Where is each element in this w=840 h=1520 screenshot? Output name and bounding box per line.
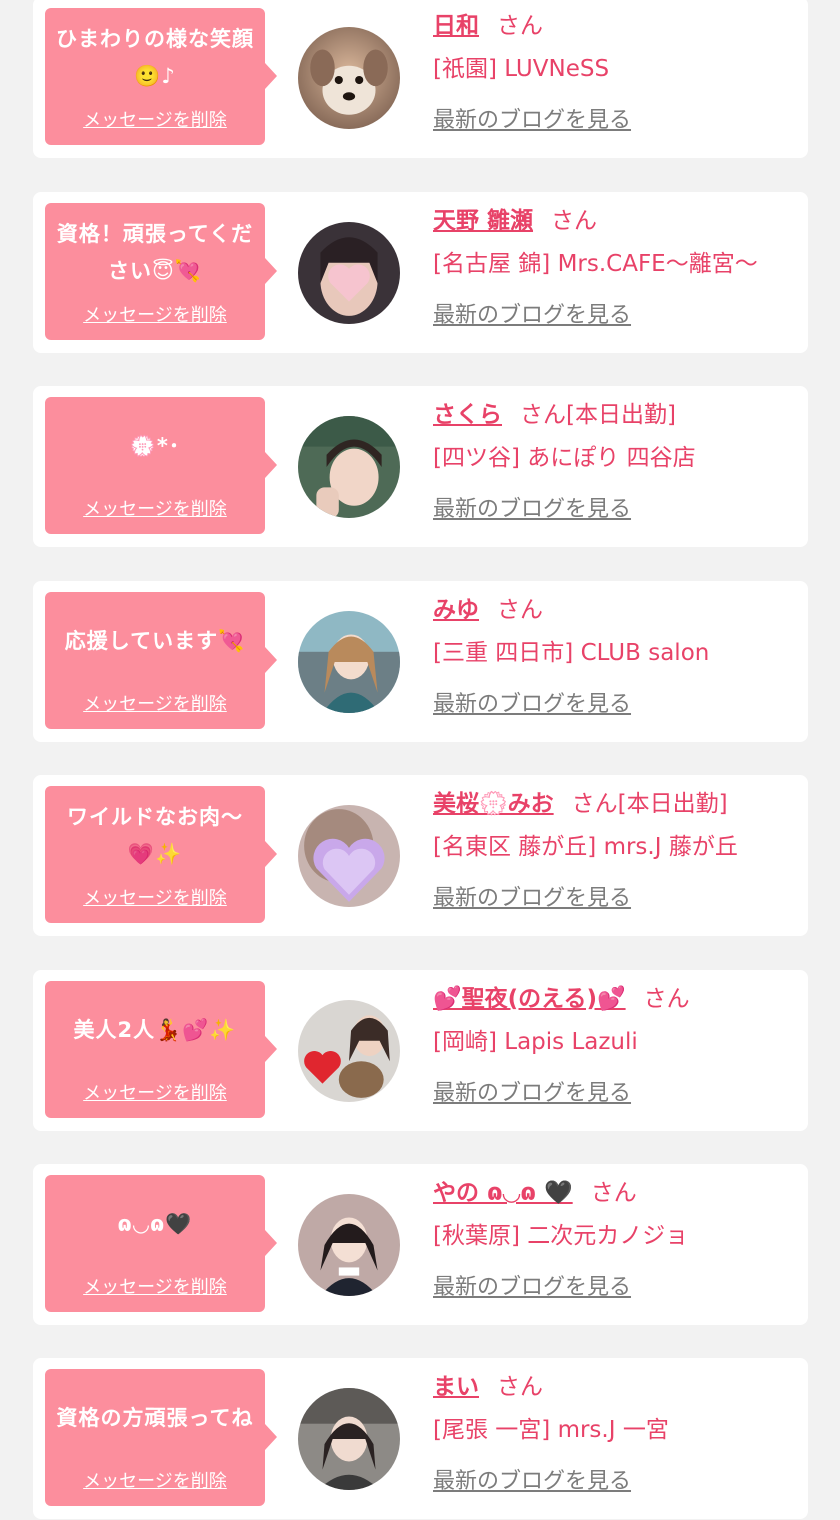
latest-blog-link[interactable]: 最新のブログを見る: [433, 883, 788, 915]
message-bubble: 資格の方頑張ってね メッセージを削除: [45, 1369, 277, 1506]
message-card: 応援しています💘 メッセージを削除 みゆ さん [三重 四日市] CLUB sal…: [33, 581, 808, 742]
woman-photo-avatar: [298, 1388, 400, 1490]
cast-name-link[interactable]: 天野 雛瀬: [433, 208, 533, 234]
latest-blog-link[interactable]: 最新のブログを見る: [433, 1466, 788, 1498]
shop-name: [岡崎] Lapis Lazuli: [433, 1029, 638, 1055]
latest-blog-link[interactable]: 最新のブログを見る: [433, 1272, 788, 1304]
message-text: 美人2人💃💕✨: [73, 1018, 237, 1042]
latest-blog-link[interactable]: 最新のブログを見る: [433, 494, 788, 526]
message-text: ひまわりの様な笑顔🙂♪: [56, 26, 254, 88]
latest-blog-link[interactable]: 最新のブログを見る: [433, 689, 788, 721]
delete-message-link[interactable]: メッセージを削除: [45, 884, 265, 910]
message-card: ɷ◡ɷ🖤 メッセージを削除 やの ɷ◡ɷ 🖤 さん [秋葉原] 二次元カノジョ 最…: [33, 1164, 808, 1325]
woman-heart-mask-avatar: [298, 222, 400, 324]
honorific-label: さん: [497, 13, 543, 39]
shop-name: [三重 四日市] CLUB salon: [433, 640, 710, 666]
cast-name-link[interactable]: まい: [433, 1374, 479, 1400]
honorific-label: さん: [643, 986, 690, 1012]
delete-message-link[interactable]: メッセージを削除: [45, 1467, 265, 1493]
delete-message-link[interactable]: メッセージを削除: [45, 495, 265, 521]
honorific-label: さん: [590, 1180, 637, 1206]
avatar[interactable]: [298, 805, 400, 907]
avatar[interactable]: [298, 611, 400, 713]
message-bubble: ひまわりの様な笑顔🙂♪ メッセージを削除: [45, 8, 277, 145]
message-bubble: 資格！頑張ってください😇💘 メッセージを削除: [45, 203, 277, 340]
honorific-label: さん: [497, 1374, 543, 1400]
delete-message-link[interactable]: メッセージを削除: [45, 690, 265, 716]
dog-photo-avatar: [298, 27, 400, 129]
delete-message-link[interactable]: メッセージを削除: [45, 106, 265, 132]
honorific-label: さん: [551, 208, 598, 234]
message-text: ワイルドなお肉〜💗✨: [67, 804, 243, 866]
latest-blog-link[interactable]: 最新のブログを見る: [433, 1078, 788, 1110]
shop-name: [祇園] LUVNeSS: [433, 56, 610, 82]
latest-blog-link[interactable]: 最新のブログを見る: [433, 105, 788, 137]
attendance-status: [本日出勤]: [617, 791, 728, 817]
avatar[interactable]: [298, 27, 400, 129]
message-text: 資格の方頑張ってね: [56, 1406, 254, 1430]
woman-with-dog-avatar: [298, 1000, 400, 1102]
honorific-label: さん: [497, 597, 543, 623]
message-card: ひまわりの様な笑顔🙂♪ メッセージを削除 日和 さん [祇園] LUVNeSS …: [33, 0, 808, 158]
message-text: 資格！頑張ってください😇💘: [56, 221, 254, 283]
cast-name-link[interactable]: 💕聖夜(のえる)💕: [433, 986, 626, 1012]
avatar[interactable]: [298, 1388, 400, 1490]
woman-photo-avatar: [298, 1194, 400, 1296]
cast-name-link[interactable]: みゆ: [433, 597, 479, 623]
honorific-label: さん: [520, 402, 566, 428]
delete-message-link[interactable]: メッセージを削除: [45, 301, 265, 327]
delete-message-link[interactable]: メッセージを削除: [45, 1273, 265, 1299]
message-bubble: 美人2人💃💕✨ メッセージを削除: [45, 981, 277, 1118]
avatar[interactable]: [298, 416, 400, 518]
shop-name: [尾張 一宮] mrs.J 一宮: [433, 1417, 669, 1443]
message-text: 💮*･: [129, 434, 181, 458]
message-list: ひまわりの様な笑顔🙂♪ メッセージを削除 日和 さん [祇園] LUVNeSS …: [0, 0, 840, 1520]
woman-photo-avatar: [298, 416, 400, 518]
attendance-status: [本日出勤]: [566, 402, 676, 428]
shop-name: [名古屋 錦] Mrs.CAFE〜離宮〜: [433, 251, 758, 277]
delete-message-link[interactable]: メッセージを削除: [45, 1079, 265, 1105]
shop-name: [四ツ谷] あにぽり 四谷店: [433, 445, 696, 471]
latest-blog-link[interactable]: 最新のブログを見る: [433, 300, 788, 332]
message-card: 美人2人💃💕✨ メッセージを削除 💕聖夜(のえる)💕 さん [岡崎] Lapis …: [33, 970, 808, 1131]
avatar[interactable]: [298, 1194, 400, 1296]
message-card: 💮*･ メッセージを削除 さくら さん[本日出勤] [四ツ谷] あにぽり 四谷店 …: [33, 386, 808, 547]
avatar[interactable]: [298, 1000, 400, 1102]
avatar[interactable]: [298, 222, 400, 324]
woman-photo-avatar: [298, 611, 400, 713]
message-card: 資格の方頑張ってね メッセージを削除 まい さん [尾張 一宮] mrs.J 一宮…: [33, 1358, 808, 1519]
cast-name-link[interactable]: さくら: [433, 402, 502, 428]
message-bubble: ɷ◡ɷ🖤 メッセージを削除: [45, 1175, 277, 1312]
message-card: 資格！頑張ってください😇💘 メッセージを削除 天野 雛瀬 さん [名古屋 錦] M…: [33, 192, 808, 353]
message-bubble: 💮*･ メッセージを削除: [45, 397, 277, 534]
message-bubble: ワイルドなお肉〜💗✨ メッセージを削除: [45, 786, 277, 923]
cast-name-link[interactable]: やの ɷ◡ɷ 🖤: [433, 1180, 573, 1206]
cast-name-link[interactable]: 日和: [433, 13, 479, 39]
shop-name: [名東区 藤が丘] mrs.J 藤が丘: [433, 834, 738, 860]
cast-name-link[interactable]: 美桜💮みお: [433, 791, 554, 817]
message-text: 応援しています💘: [64, 629, 246, 653]
honorific-label: さん: [571, 791, 618, 817]
message-bubble: 応援しています💘 メッセージを削除: [45, 592, 277, 729]
purple-heart-mask-avatar: [298, 805, 400, 907]
message-text: ɷ◡ɷ🖤: [117, 1212, 193, 1236]
shop-name: [秋葉原] 二次元カノジョ: [433, 1223, 689, 1249]
message-card: ワイルドなお肉〜💗✨ メッセージを削除 美桜💮みお さん[本日出勤] [名東区 藤…: [33, 775, 808, 936]
